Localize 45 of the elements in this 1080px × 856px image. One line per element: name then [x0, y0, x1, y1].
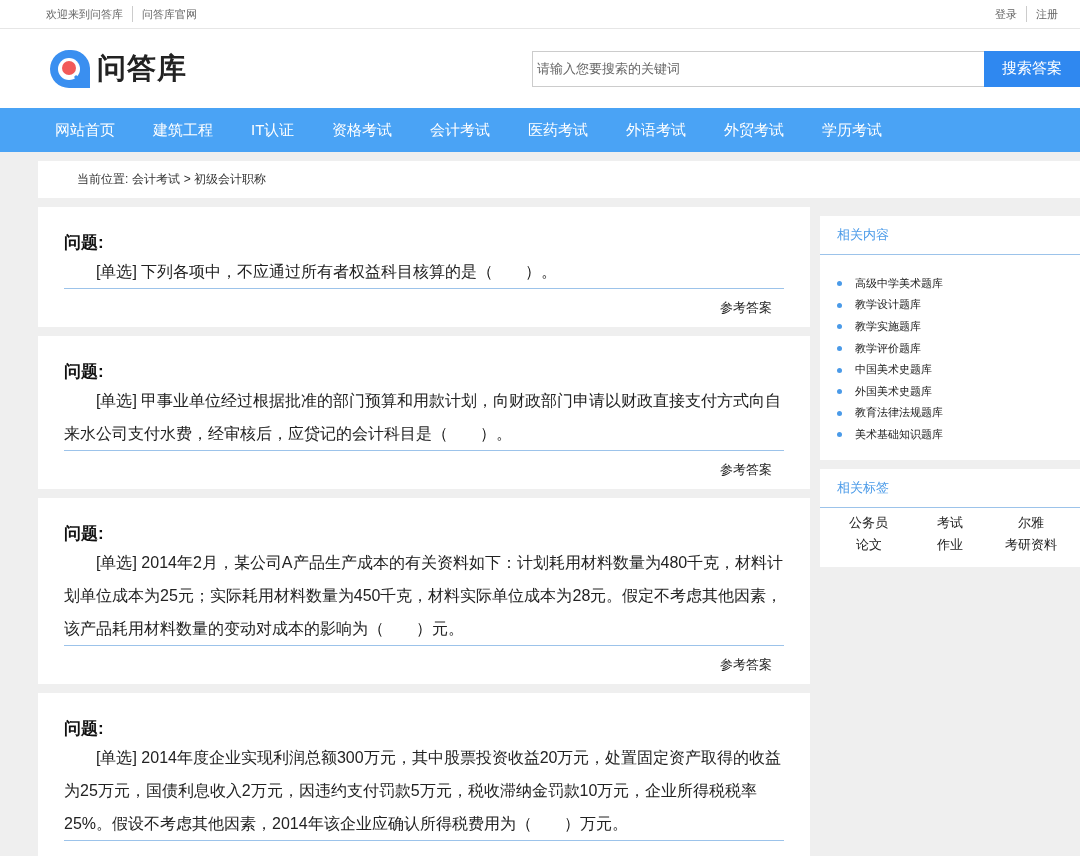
tag-link[interactable]: 考研资料 — [1004, 533, 1057, 556]
question-text: [单选] 下列各项中，不应通过所有者权益科目核算的是（ ）。 — [64, 255, 784, 289]
related-link[interactable]: 教学评价题库 — [855, 341, 921, 356]
related-link[interactable]: 教学实施题库 — [855, 320, 921, 334]
breadcrumb-path[interactable]: 会计考试 > 初级会计职称 — [132, 171, 267, 188]
section-title: 相关内容 — [820, 216, 1080, 255]
related-link[interactable]: 教学设计题库 — [855, 298, 921, 313]
tag-link[interactable]: 尔雅 — [1017, 511, 1044, 534]
search-button[interactable]: 搜索答案 — [984, 50, 1080, 87]
logo-icon — [49, 47, 91, 90]
top-link[interactable]: 欢迎来到问答库 — [46, 6, 123, 22]
question-heading: 问题: — [64, 718, 105, 740]
question-heading: 问题: — [64, 361, 105, 383]
logo-text[interactable]: 问答库 — [97, 48, 187, 89]
bullet-icon — [837, 302, 842, 308]
top-link[interactable]: 登录 — [995, 6, 1017, 22]
question-heading: 问题: — [64, 523, 105, 545]
bullet-icon — [837, 367, 842, 373]
search-field[interactable]: 请输入您要搜索的关键词 — [532, 50, 984, 87]
answer-link[interactable]: 参考答案 — [720, 299, 772, 317]
related-link[interactable]: 教育法律法规题库 — [855, 406, 943, 421]
bullet-icon — [837, 346, 842, 352]
answer-link[interactable]: 参考答案 — [720, 461, 772, 479]
tag-link[interactable]: 论文 — [855, 533, 882, 556]
top-link[interactable]: 问答库官网 — [142, 6, 197, 22]
tag-link[interactable]: 作业 — [936, 533, 963, 556]
related-link[interactable]: 中国美术史题库 — [855, 363, 932, 378]
section-title: 相关标签 — [820, 468, 1080, 508]
related-link[interactable]: 外国美术史题库 — [855, 384, 932, 399]
related-link[interactable]: 美术基础知识题库 — [855, 427, 943, 442]
bullet-icon — [837, 389, 842, 395]
bullet-icon — [837, 281, 842, 287]
question-text: [单选] 2014年度企业实现利润总额300万元，其中股票投资收益20万元，处置固定资产取得的收益为25万元，国债利息收入2万元，因违约支付罚款5万元，税收滞纳金罚款10万元，企业所得税税率25%。假设不考虑其他因素，2014年该企业应确认所得税费用为（ ）万元。 — [64, 741, 784, 841]
tag-link[interactable]: 公务员 — [849, 511, 888, 534]
bullet-icon — [837, 324, 842, 330]
question-text: [单选] 2014年2月，某公司A产品生产成本的有关资料如下：计划耗用材料数量为480千克，材料计划单位成本为25元；实际耗用材料数量为450千克，材料实际单位成本为28元。假定不考虑其他因素，该产品耗用材料数量的变动对成本的影响为（ ）元。 — [64, 546, 784, 646]
bullet-icon — [837, 410, 842, 416]
answer-link[interactable]: 参考答案 — [720, 656, 772, 674]
breadcrumb-label: 当前位置: — [77, 171, 129, 188]
related-link[interactable]: 高级中学美术题库 — [855, 276, 943, 291]
tag-link[interactable]: 考试 — [936, 511, 963, 534]
question-text: [单选] 甲事业单位经过根据批准的部门预算和用款计划，向财政部门申请以财政直接支付方式向自来水公司支付水费，经审核后，应贷记的会计科目是（ ）。 — [64, 384, 784, 451]
top-link[interactable]: 注册 — [1036, 6, 1058, 22]
bullet-icon — [837, 432, 842, 438]
question-heading: 问题: — [64, 232, 105, 254]
